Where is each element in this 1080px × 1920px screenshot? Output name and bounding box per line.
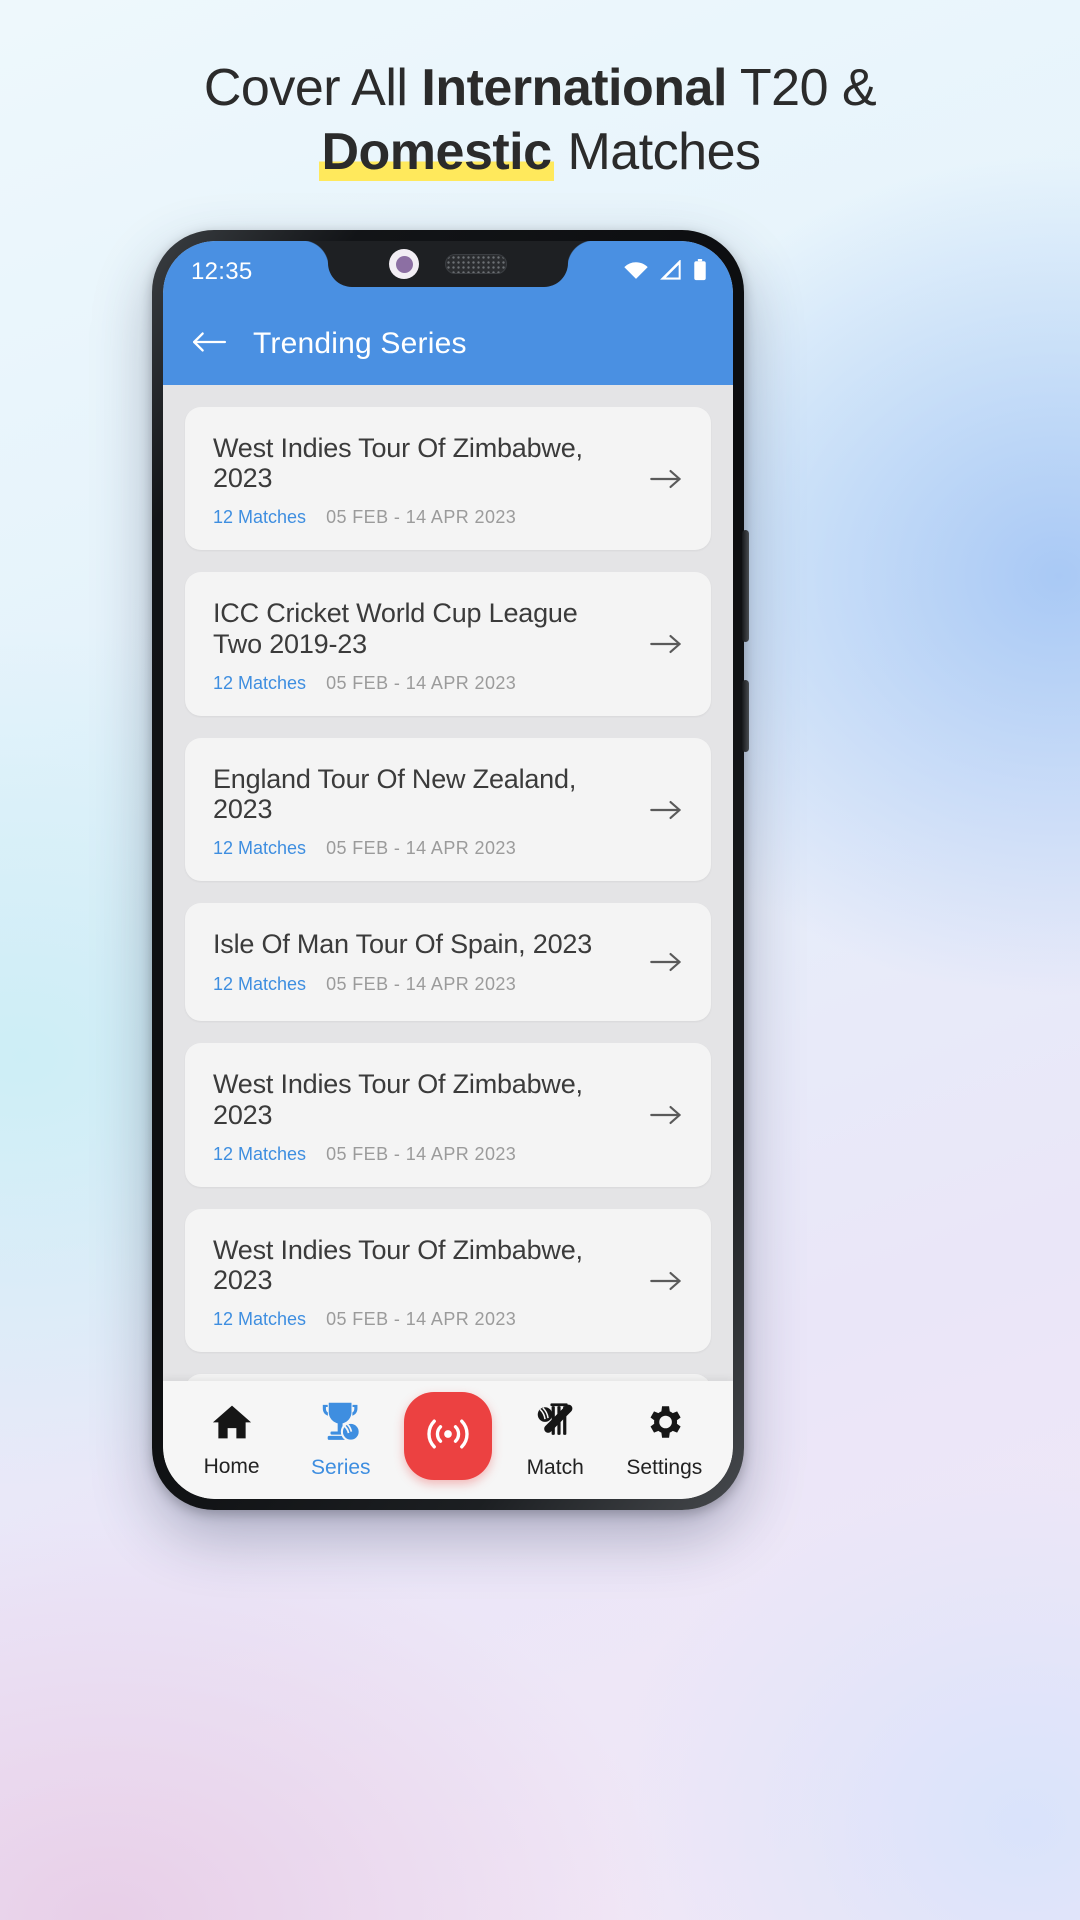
series-meta: 12 Matches 05 FEB - 14 APR 2023 [213,673,683,694]
list-item[interactable]: ICC Cricket World Cup League Two 2019-23… [185,572,711,716]
arrow-right-icon[interactable] [649,945,683,979]
series-match-count: 12 Matches [213,507,307,528]
nav-item-match[interactable]: Match [509,1401,601,1480]
gear-icon [642,1401,686,1448]
series-match-count: 12 Matches [213,1309,307,1330]
status-bar: 12:35 [163,241,733,303]
headline-text-part-2: T20 & [726,59,877,117]
series-match-count: 12 Matches [213,1143,307,1164]
series-date-range: 05 FEB - 14 APR 2023 [326,838,517,859]
volume-button[interactable] [742,680,749,752]
series-match-count: 12 Matches [213,973,307,994]
nav-item-settings[interactable]: Settings [618,1401,710,1480]
signal-icon [660,258,682,285]
list-item[interactable]: West Indies Tour Of Zimbabwe, 2023 12 Ma… [185,407,711,551]
series-title: West Indies Tour Of Zimbabwe, 2023 [213,433,583,494]
display-notch [302,241,594,287]
trophy-icon [318,1401,364,1448]
headline-line-1: Cover All International T20 & [0,58,1080,118]
headline-highlight-domestic: Domestic [319,123,554,182]
page-title: Trending Series [253,327,467,360]
cricket-icon [533,1401,577,1448]
headline-bold-international: International [421,59,727,117]
series-meta: 12 Matches 05 FEB - 14 APR 2023 [213,974,683,995]
status-bar-icons [623,258,707,286]
nav-item-series[interactable]: Series [295,1401,387,1480]
battery-icon [693,258,707,286]
arrow-right-icon[interactable] [649,462,683,496]
series-date-range: 05 FEB - 14 APR 2023 [326,1309,517,1330]
front-camera-icon [389,249,419,279]
series-meta: 12 Matches 05 FEB - 14 APR 2023 [213,1144,683,1165]
nav-item-home[interactable]: Home [186,1402,278,1479]
series-list[interactable]: West Indies Tour Of Zimbabwe, 2023 12 Ma… [163,385,733,1381]
list-item[interactable]: ICC Cricket World Cup League Two 2019-23… [185,1374,711,1381]
headline-line-2: Domestic Matches [0,122,1080,182]
list-item[interactable]: England Tour Of New Zealand, 2023 12 Mat… [185,737,711,882]
series-date-range: 05 FEB - 14 APR 2023 [326,1143,517,1164]
series-title: England Tour Of New Zealand, 2023 [213,763,577,825]
series-date-range: 05 FEB - 14 APR 2023 [326,507,517,528]
nav-label-series: Series [311,1455,371,1479]
series-meta: 12 Matches 05 FEB - 14 APR 2023 [213,838,683,859]
status-bar-time: 12:35 [191,258,253,285]
arrow-right-icon[interactable] [649,793,683,827]
list-item[interactable]: Isle Of Man Tour Of Spain, 2023 12 Match… [185,903,711,1022]
page-headline: Cover All International T20 & Domestic M… [0,58,1080,183]
phone-inner-bezel: 12:35 Trending Series West Indies Tour O… [163,241,733,1499]
app-bar: Trending Series [163,303,733,385]
arrow-right-icon[interactable] [649,1264,683,1298]
series-meta: 12 Matches 05 FEB - 14 APR 2023 [213,1309,683,1330]
earpiece-speaker-icon [445,254,507,274]
bottom-navigation-bar: Home Series Match Settings [163,1381,733,1499]
arrow-left-icon[interactable] [191,328,227,361]
series-title: West Indies Tour Of Zimbabwe, 2023 [213,1069,583,1130]
nav-label-settings: Settings [626,1455,703,1479]
list-item[interactable]: West Indies Tour Of Zimbabwe, 2023 12 Ma… [185,1208,711,1353]
live-button[interactable] [403,1392,492,1480]
wifi-icon [623,260,649,285]
arrow-right-icon[interactable] [649,627,683,661]
live-broadcast-icon [424,1412,472,1461]
series-title: West Indies Tour Of Zimbabwe, 2023 [213,1234,583,1296]
series-match-count: 12 Matches [213,672,307,693]
nav-label-home: Home [203,1454,260,1478]
series-title: Isle Of Man Tour Of Spain, 2023 [213,929,593,960]
headline-text-matches: Matches [553,123,761,182]
phone-mockup: 12:35 Trending Series West Indies Tour O… [152,230,749,1510]
home-icon [210,1402,254,1447]
phone-screen: 12:35 Trending Series West Indies Tour O… [163,241,733,1499]
arrow-right-icon[interactable] [649,1098,683,1132]
series-title: ICC Cricket World Cup League Two 2019-23 [213,598,578,659]
series-date-range: 05 FEB - 14 APR 2023 [326,973,517,994]
headline-text-part-1: Cover All [203,59,422,117]
series-date-range: 05 FEB - 14 APR 2023 [326,672,517,693]
series-match-count: 12 Matches [213,838,307,859]
power-button[interactable] [742,530,749,642]
series-meta: 12 Matches 05 FEB - 14 APR 2023 [213,507,683,528]
list-item[interactable]: West Indies Tour Of Zimbabwe, 2023 12 Ma… [185,1043,711,1187]
nav-label-match: Match [526,1455,584,1479]
